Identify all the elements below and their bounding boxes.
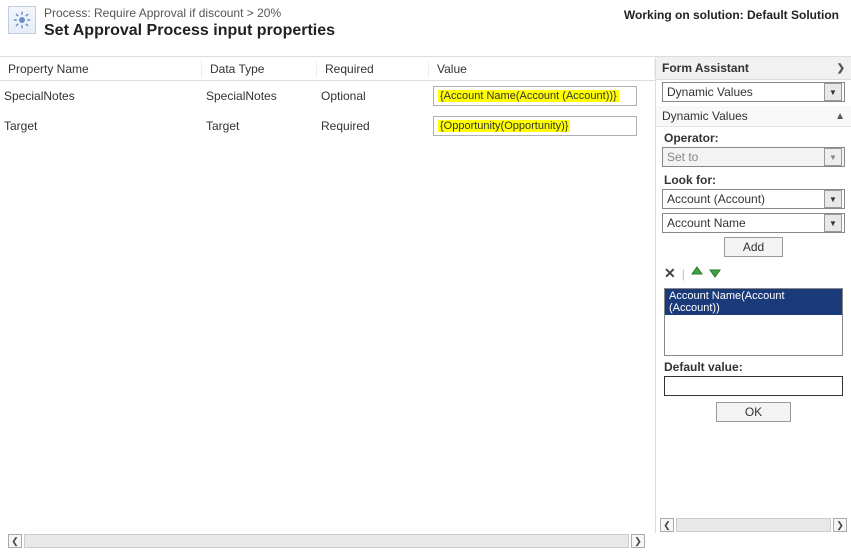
- chevron-up-icon[interactable]: ▲: [835, 111, 845, 122]
- value-input[interactable]: {Account Name(Account (Account))}: [433, 86, 637, 106]
- prop-type: Target: [202, 117, 317, 135]
- gear-icon: [8, 6, 36, 34]
- col-value[interactable]: Value: [429, 60, 655, 78]
- dropdown-icon[interactable]: ▼: [824, 190, 842, 208]
- scroll-left-icon[interactable]: ❮: [660, 518, 674, 532]
- selected-fields-list[interactable]: Account Name(Account (Account)): [664, 288, 843, 356]
- grid-row[interactable]: Target Target Required {Opportunity(Oppo…: [0, 111, 655, 141]
- col-data-type[interactable]: Data Type: [202, 60, 317, 78]
- lookfor-field-select[interactable]: Account Name ▼: [662, 213, 845, 233]
- move-up-icon[interactable]: [691, 266, 703, 281]
- add-button[interactable]: Add: [724, 237, 783, 257]
- scrollbar-horizontal[interactable]: [24, 534, 629, 548]
- lookfor-field-value: Account Name: [667, 216, 746, 230]
- assistant-type-value: Dynamic Values: [667, 85, 753, 99]
- col-property-name[interactable]: Property Name: [0, 60, 202, 78]
- lookfor-entity-value: Account (Account): [667, 192, 765, 206]
- value-token[interactable]: {Account Name(Account (Account))}: [438, 90, 619, 102]
- default-value-input[interactable]: [664, 376, 843, 396]
- lookfor-entity-select[interactable]: Account (Account) ▼: [662, 189, 845, 209]
- col-required[interactable]: Required: [317, 60, 429, 78]
- value-token[interactable]: {Opportunity(Opportunity)}: [438, 120, 570, 132]
- dropdown-icon[interactable]: ▼: [824, 83, 842, 101]
- list-item[interactable]: Account Name(Account (Account)): [665, 289, 842, 315]
- dynamic-values-section: Dynamic Values: [662, 109, 748, 123]
- chevron-right-icon[interactable]: ❯: [837, 63, 845, 74]
- separator: |: [682, 267, 685, 281]
- dropdown-icon[interactable]: ▼: [824, 214, 842, 232]
- remove-icon[interactable]: ✕: [664, 265, 676, 282]
- operator-value: Set to: [667, 150, 698, 164]
- form-assistant-panel: Form Assistant ❯ Dynamic Values ▼ Dynami…: [655, 56, 851, 533]
- prop-required: Optional: [317, 87, 429, 105]
- lookfor-label: Look for:: [656, 171, 851, 187]
- properties-grid: Property Name Data Type Required Value S…: [0, 56, 655, 533]
- move-down-icon[interactable]: [709, 266, 721, 281]
- page-title: Set Approval Process input properties: [44, 22, 843, 40]
- assistant-type-select[interactable]: Dynamic Values ▼: [662, 82, 845, 102]
- operator-label: Operator:: [656, 129, 851, 145]
- prop-type: SpecialNotes: [202, 87, 317, 105]
- scroll-right-icon[interactable]: ❯: [833, 518, 847, 532]
- ok-button[interactable]: OK: [716, 402, 791, 422]
- prop-name: SpecialNotes: [0, 87, 202, 105]
- scroll-right-icon[interactable]: ❯: [631, 534, 645, 548]
- value-input[interactable]: {Opportunity(Opportunity)}: [433, 116, 637, 136]
- operator-select: Set to ▼: [662, 147, 845, 167]
- solution-label: Working on solution: Default Solution: [624, 8, 839, 22]
- grid-row[interactable]: SpecialNotes SpecialNotes Optional {Acco…: [0, 81, 655, 111]
- form-assistant-title: Form Assistant: [662, 61, 749, 75]
- scroll-left-icon[interactable]: ❮: [8, 534, 22, 548]
- dropdown-icon: ▼: [824, 148, 842, 166]
- default-value-label: Default value:: [656, 358, 851, 374]
- scrollbar-horizontal[interactable]: [676, 518, 831, 532]
- prop-required: Required: [317, 117, 429, 135]
- prop-name: Target: [0, 117, 202, 135]
